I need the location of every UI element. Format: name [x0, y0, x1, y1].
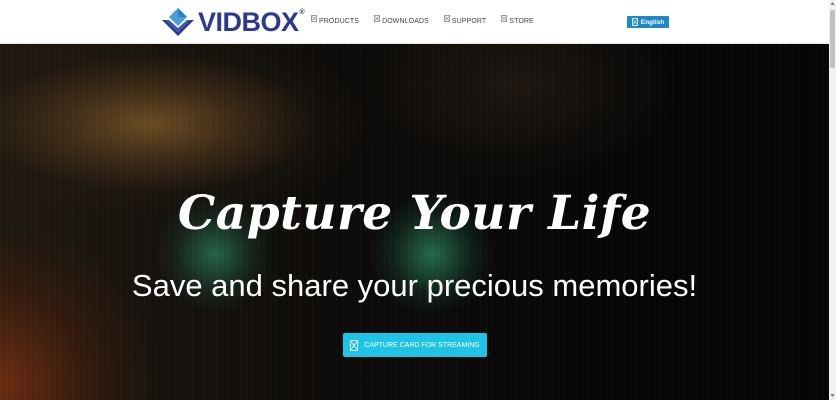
logo-wordmark: VIDBOX® — [198, 7, 305, 37]
vidbox-logo[interactable]: VIDBOX® — [160, 6, 305, 38]
broken-image-icon — [631, 18, 638, 26]
scroll-down-arrow-icon[interactable] — [830, 393, 835, 398]
nav-label: PRODUCTS — [319, 18, 360, 25]
hero-subtitle: Save and share your precious memories! — [131, 268, 698, 303]
site-header: VIDBOX® PRODUCTS DOWNLOADS SUPPORT STORE… — [0, 0, 829, 44]
scroll-up-arrow-icon[interactable] — [830, 1, 835, 6]
language-label: English — [640, 18, 665, 26]
capture-card-button[interactable]: CAPTURE CARD FOR STREAMING — [343, 333, 487, 357]
nav-label: DOWNLOADS — [382, 18, 429, 25]
broken-image-icon — [443, 14, 450, 22]
hero-banner: Capture Your Life Save and share your pr… — [0, 44, 829, 400]
nav-store[interactable]: STORE — [501, 14, 534, 25]
hero-title: Capture Your Life — [177, 186, 652, 241]
vidbox-logo-icon — [162, 8, 194, 36]
nav-products[interactable]: PRODUCTS — [311, 14, 360, 25]
nav-label: STORE — [509, 18, 534, 25]
scrollbar-thumb[interactable] — [830, 10, 835, 68]
broken-image-icon — [311, 14, 317, 22]
main-nav: PRODUCTS DOWNLOADS SUPPORT STORE — [311, 14, 549, 25]
broken-image-icon — [374, 14, 380, 22]
cta-label: CAPTURE CARD FOR STREAMING — [364, 341, 480, 349]
nav-label: SUPPORT — [451, 18, 487, 25]
nav-support[interactable]: SUPPORT — [443, 14, 487, 25]
nav-downloads[interactable]: DOWNLOADS — [374, 14, 429, 25]
broken-image-icon — [350, 339, 359, 351]
language-button[interactable]: English — [627, 16, 669, 28]
page-scrollbar[interactable] — [829, 0, 836, 400]
broken-image-icon — [501, 14, 508, 22]
